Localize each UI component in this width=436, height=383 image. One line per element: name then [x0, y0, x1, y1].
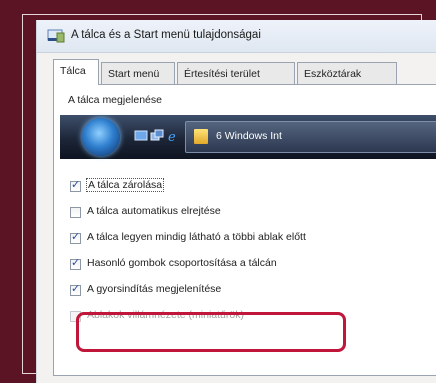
- group-label-appearance: A tálca megjelenése: [68, 94, 162, 106]
- tab-talca[interactable]: Tálca: [53, 59, 99, 85]
- option-label: A gyorsindítás megjelenítése: [87, 283, 222, 295]
- taskbar-button-preview: 6 Windows Int: [185, 121, 436, 153]
- option-label: A tálca zárolása: [85, 178, 165, 192]
- switch-windows-icon: [150, 129, 164, 141]
- option-label: A tálca automatikus elrejtése: [87, 205, 221, 217]
- tab-start-menu[interactable]: Start menü: [101, 62, 175, 84]
- checkbox-lock-taskbar[interactable]: [70, 178, 81, 192]
- option-label: A tálca legyen mindig látható a többi ab…: [87, 231, 306, 243]
- taskbar-properties-icon: [47, 29, 65, 43]
- checkbox-auto-hide[interactable]: [70, 207, 81, 218]
- taskbar-preview: e 6 Windows Int: [60, 115, 436, 159]
- tab-notification-area[interactable]: Értesítési terület: [177, 62, 295, 84]
- folder-icon: [194, 129, 208, 144]
- tab-toolbars[interactable]: Eszköztárak: [297, 62, 397, 84]
- highlight-annotation: [76, 312, 346, 352]
- internet-explorer-icon: e: [168, 130, 176, 143]
- checkbox-group-buttons[interactable]: [70, 256, 81, 270]
- window-title: A tálca és a Start menü tulajdonságai: [71, 29, 261, 41]
- windows-start-orb-icon: [82, 118, 120, 156]
- checkbox-always-on-top[interactable]: [70, 230, 81, 244]
- checkbox-quick-launch[interactable]: [70, 282, 81, 296]
- option-label: Hasonló gombok csoportosítása a tálcán: [87, 257, 277, 269]
- title-bar: A tálca és a Start menü tulajdonságai: [37, 20, 436, 53]
- taskbar-button-label: 6 Windows Int: [216, 130, 282, 142]
- svg-text:e: e: [168, 130, 176, 143]
- show-desktop-icon: [134, 130, 148, 141]
